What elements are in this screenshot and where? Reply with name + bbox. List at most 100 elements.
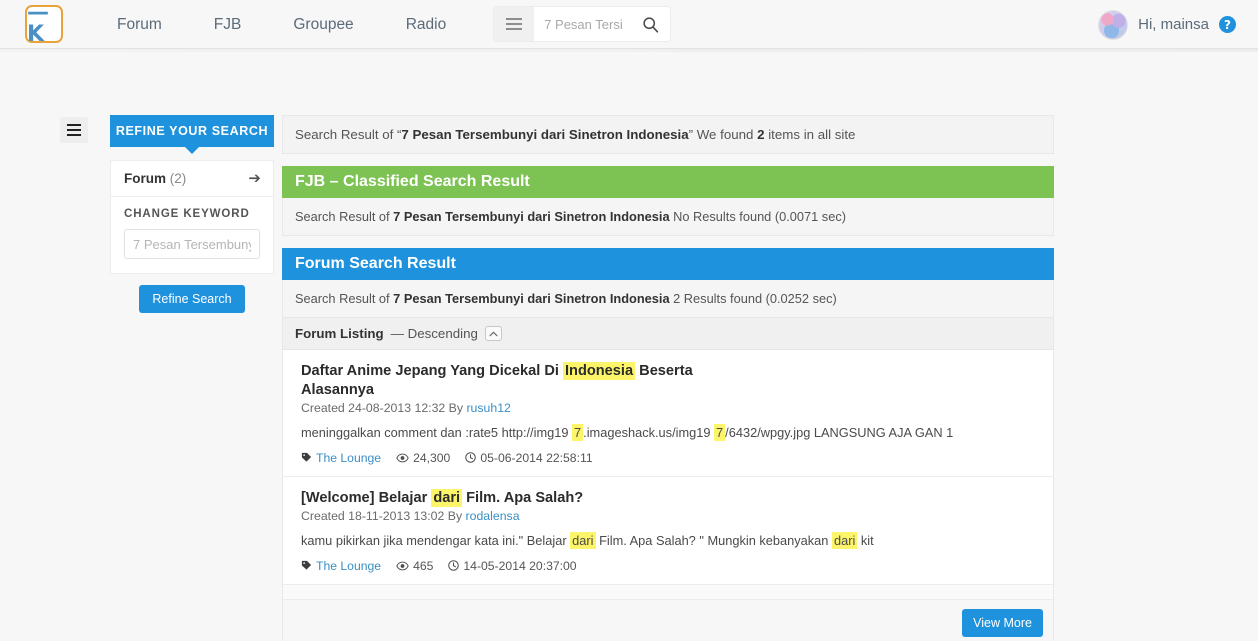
refine-search-header: REFINE YOUR SEARCH	[110, 115, 274, 154]
refine-button-row: Refine Search	[110, 274, 274, 325]
sort-direction-button[interactable]	[484, 326, 502, 341]
forum-section-panel: Search Result of 7 Pesan Tersembunyi dar…	[282, 280, 1054, 641]
summary-count: 2	[757, 127, 765, 142]
snippet-part1: meninggalkan comment dan :rate5 http://i…	[301, 425, 569, 441]
result-created-text: Created 18-11-2013 13:02 By	[301, 509, 466, 524]
table-row[interactable]: [Welcome] Belajar dari Film. Apa Salah? …	[283, 476, 1053, 585]
user-area[interactable]: Hi, mainsa ?	[1098, 0, 1236, 49]
result-title[interactable]: [Welcome] Belajar dari Film. Apa Salah?	[301, 488, 1039, 508]
arrow-right-icon[interactable]: ➔	[248, 171, 261, 186]
result-created-meta: Created 18-11-2013 13:02 By rodalensa	[301, 509, 1039, 523]
result-title-highlight: Indonesia	[562, 362, 636, 380]
result-date: 14-05-2014 20:37:00	[448, 558, 577, 573]
result-title-part1: Daftar Anime Jepang Yang Dicekal Di	[301, 363, 563, 379]
site-logo[interactable]: —K	[25, 0, 63, 47]
top-header: —K Forum FJB Groupee Radio Hi, mainsa ?	[0, 0, 1258, 49]
result-tag[interactable]: The Lounge	[301, 559, 381, 573]
snippet-highlight-1: 7	[572, 424, 584, 442]
refine-sidebar: REFINE YOUR SEARCH Forum (2) ➔ CHANGE KE…	[110, 115, 274, 325]
chevron-up-icon	[489, 331, 498, 336]
forum-listing-sort-bar: Forum Listing — Descending	[283, 317, 1053, 350]
burger-line	[67, 124, 81, 126]
search-results-main: Search Result of “ 7 Pesan Tersembunyi da…	[282, 115, 1054, 641]
keyword-input[interactable]	[124, 229, 260, 259]
result-footer: The Lounge 465 14-05-2014 20:37:00	[301, 559, 1039, 573]
tag-icon	[301, 453, 312, 462]
result-views-count: 465	[413, 558, 434, 573]
fjb-line-suffix: No Results found (0.0071 sec)	[669, 209, 846, 224]
result-author-link[interactable]: rusuh12	[466, 401, 510, 415]
result-views-count: 24,300	[413, 450, 451, 465]
tag-icon	[301, 560, 312, 570]
fjb-line-query: 7 Pesan Tersembunyi dari Sinetron Indone…	[393, 209, 670, 224]
result-title-part1: [Welcome] Belajar	[301, 489, 432, 506]
result-title-part2: Film. Apa Salah?	[462, 489, 584, 506]
view-more-row: View More	[283, 599, 1053, 641]
snippet-highlight-2: 7	[714, 424, 726, 442]
filter-count: (2)	[169, 171, 187, 186]
snippet-part3: kit	[860, 533, 874, 549]
fjb-section-banner: FJB – Classified Search Result	[282, 166, 1054, 198]
clock-icon	[448, 560, 460, 571]
search-category-menu-icon[interactable]	[494, 7, 535, 41]
result-views: 465	[396, 559, 433, 573]
search-submit-button[interactable]	[630, 7, 670, 41]
result-author-link[interactable]: rodalensa	[466, 509, 520, 523]
forum-results-list: Daftar Anime Jepang Yang Dicekal Di Indo…	[283, 350, 1053, 641]
summary-prefix: Search Result of “	[295, 127, 402, 142]
help-icon[interactable]: ?	[1219, 16, 1236, 33]
snippet-highlight-2: dari	[831, 532, 858, 550]
snippet-part3: /6432/wpgy.jpg LANGSUNG AJA GAN 1	[725, 425, 954, 441]
result-date-text: 05-06-2014 22:58:11	[480, 450, 593, 465]
snippet-highlight-1: dari	[570, 532, 596, 550]
search-input[interactable]	[534, 8, 631, 40]
snippet-part1: kamu pikirkan jika mendengar kata ini." …	[301, 533, 567, 549]
result-snippet: kamu pikirkan jika mendengar kata ini." …	[301, 532, 1039, 550]
eye-icon	[396, 453, 409, 462]
burger-line	[67, 134, 81, 136]
nav-item-forum[interactable]: Forum	[91, 0, 188, 49]
change-keyword-section: CHANGE KEYWORD	[111, 197, 273, 273]
nav-item-radio[interactable]: Radio	[380, 0, 473, 49]
summary-middle: ” We found	[688, 127, 758, 142]
result-date-text: 14-05-2014 20:37:00	[463, 558, 577, 573]
nav-item-fjb[interactable]: FJB	[188, 0, 268, 49]
filter-row-forum[interactable]: Forum (2) ➔	[111, 161, 273, 197]
result-views: 24,300	[396, 451, 450, 465]
sidebar-toggle-button[interactable]	[60, 117, 88, 143]
burger-line	[506, 18, 523, 20]
result-date: 05-06-2014 22:58:11	[465, 450, 593, 465]
forum-line-query: 7 Pesan Tersembunyi dari Sinetron Indone…	[393, 291, 670, 306]
snippet-part2: Film. Apa Salah? " Mungkin kebanyakan	[599, 533, 829, 549]
fjb-line-prefix: Search Result of	[295, 209, 394, 224]
nav-item-groupee[interactable]: Groupee	[267, 0, 379, 49]
fjb-section-panel: Search Result of 7 Pesan Tersembunyi dar…	[282, 198, 1054, 236]
avatar[interactable]	[1098, 9, 1129, 40]
search-icon	[643, 16, 658, 33]
summary-suffix: items in all site	[764, 127, 856, 142]
result-tag[interactable]: The Lounge	[301, 451, 381, 465]
result-tag-link[interactable]: The Lounge	[316, 451, 381, 465]
forum-listing-order: — Descending	[390, 326, 478, 341]
fjb-result-line: Search Result of 7 Pesan Tersembunyi dar…	[283, 198, 1053, 235]
result-tag-link[interactable]: The Lounge	[316, 559, 381, 573]
main-navigation: Forum FJB Groupee Radio	[91, 0, 472, 49]
result-title[interactable]: Daftar Anime Jepang Yang Dicekal Di Indo…	[301, 362, 721, 399]
table-row[interactable]: Daftar Anime Jepang Yang Dicekal Di Indo…	[283, 350, 1053, 477]
burger-line	[67, 129, 81, 131]
clock-icon	[465, 452, 477, 463]
result-created-meta: Created 24-08-2013 12:32 By rusuh12	[301, 401, 1039, 415]
view-more-button[interactable]: View More	[962, 608, 1043, 637]
result-footer: The Lounge 24,300 05-06-2014 22:58:11	[301, 451, 1039, 465]
eye-icon	[396, 561, 409, 570]
result-snippet: meninggalkan comment dan :rate5 http://i…	[301, 424, 1039, 442]
forum-line-prefix: Search Result of	[295, 291, 394, 306]
kaskus-k-icon: —K	[27, 0, 49, 47]
refine-search-button[interactable]: Refine Search	[139, 285, 245, 313]
snippet-part2: .imageshack.us/img19	[583, 425, 711, 441]
refine-panel: Forum (2) ➔ CHANGE KEYWORD	[110, 160, 274, 274]
burger-line	[506, 23, 523, 25]
forum-result-line: Search Result of 7 Pesan Tersembunyi dar…	[283, 280, 1053, 317]
burger-line	[506, 28, 523, 30]
filter-label: Forum (2)	[124, 171, 186, 186]
